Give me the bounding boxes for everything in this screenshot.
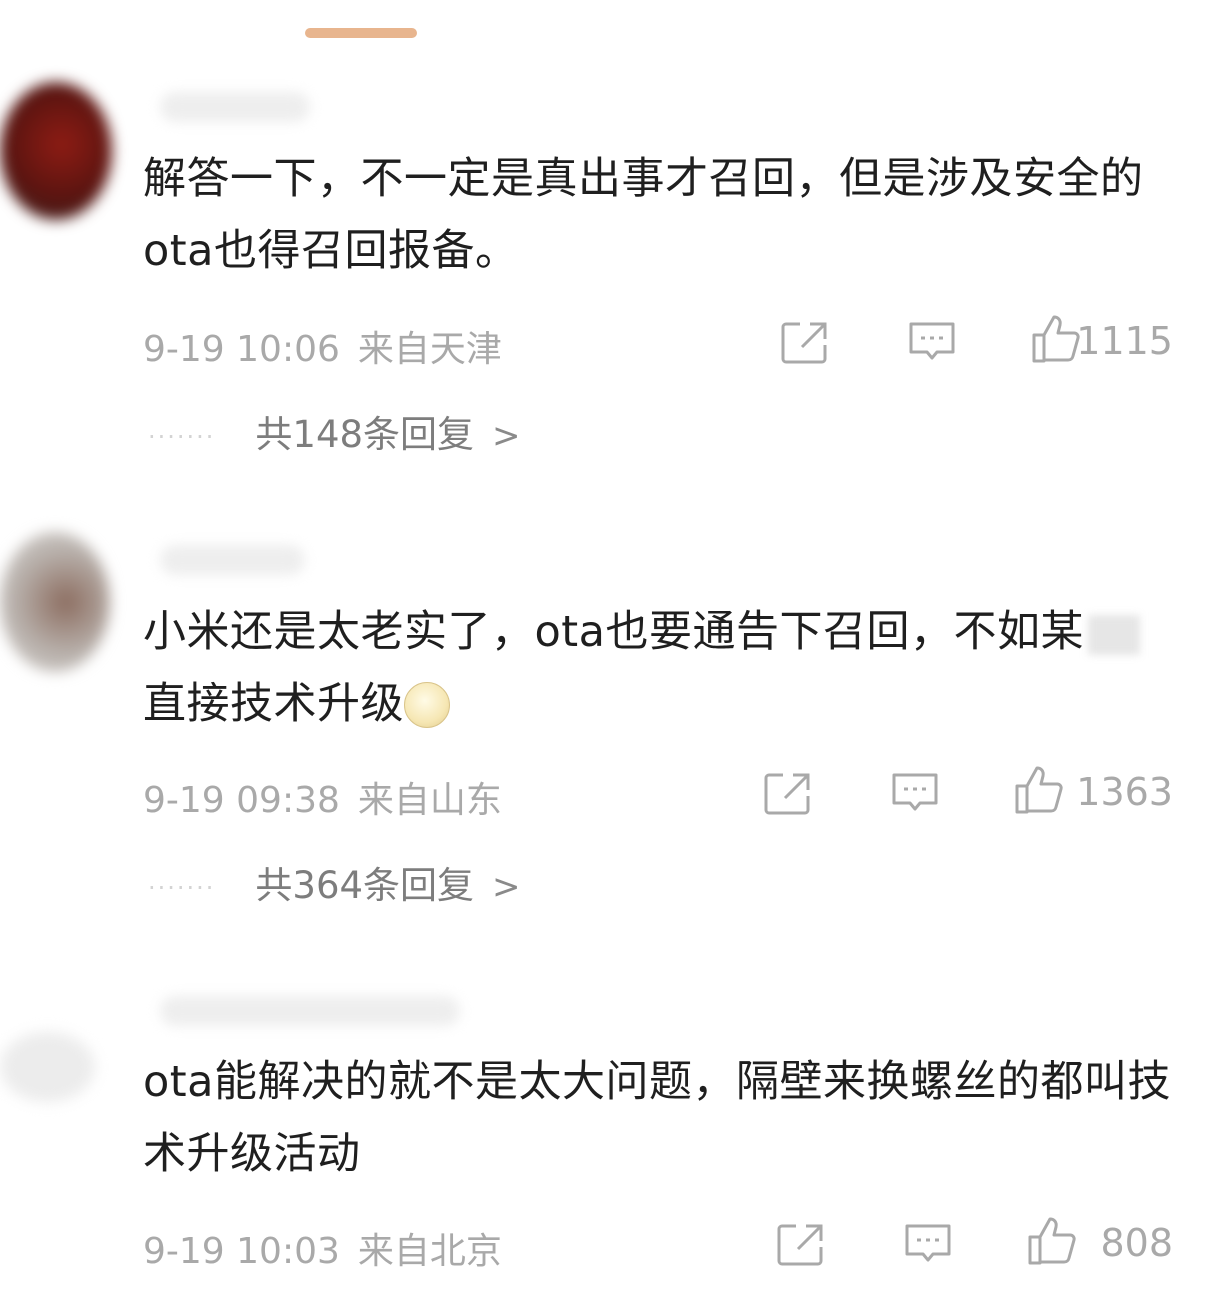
view-replies-link[interactable]: ······· 共364条回复 > <box>148 855 521 909</box>
comment-text-part: 小米还是太老实了，ota也要通告下召回，不如某 <box>143 607 1085 657</box>
like-icon[interactable] <box>1013 764 1067 816</box>
chevron-right-icon: > <box>492 416 521 456</box>
comment-icon[interactable] <box>903 1222 953 1266</box>
grimacing-face-emoji <box>404 681 450 728</box>
username-blurred[interactable] <box>160 996 460 1026</box>
comment-location: 来自天津 <box>357 329 502 370</box>
like-icon[interactable] <box>1026 1215 1080 1267</box>
comment-meta: 9-19 10:06 来自天津 <box>143 320 502 372</box>
comment-icon[interactable] <box>907 320 957 364</box>
replies-label[interactable]: 共148条回复 <box>255 413 474 456</box>
comment-text: 解答一下，不一定是真出事才召回，但是涉及安全的ota也得召回报备。 <box>143 154 1144 276</box>
chevron-right-icon: > <box>492 867 521 907</box>
avatar[interactable] <box>0 1032 95 1102</box>
view-replies-link[interactable]: ······· 共148条回复 > <box>148 404 521 458</box>
avatar[interactable] <box>0 82 112 220</box>
comment-text-part: 直接技术升级 <box>143 679 404 729</box>
like-count: 808 <box>1100 1221 1173 1265</box>
comment-meta: 9-19 09:38 来自山东 <box>143 771 502 823</box>
drag-handle[interactable] <box>305 28 417 38</box>
username-blurred[interactable] <box>160 545 305 575</box>
comment-icon[interactable] <box>890 771 940 815</box>
comment-date: 9-19 09:38 <box>143 780 340 821</box>
like-count: 1363 <box>1076 770 1173 814</box>
censored-text <box>1088 614 1141 655</box>
share-icon[interactable] <box>776 1222 826 1266</box>
comment-date: 9-19 10:06 <box>143 329 340 370</box>
share-icon[interactable] <box>780 320 830 364</box>
avatar[interactable] <box>0 532 110 672</box>
comment-location: 来自山东 <box>357 780 502 821</box>
comment-location: 来自北京 <box>357 1231 502 1272</box>
divider-dots: ······· <box>148 422 216 451</box>
comment-meta: 9-19 10:03 来自北京 <box>143 1222 502 1274</box>
share-icon[interactable] <box>763 771 813 815</box>
username-blurred[interactable] <box>160 92 310 122</box>
like-count: 1115 <box>1076 319 1173 363</box>
replies-label[interactable]: 共364条回复 <box>255 864 474 907</box>
comment-date: 9-19 10:03 <box>143 1231 340 1272</box>
comment-text: ota能解决的就不是太大问题，隔壁来换螺丝的都叫技术升级活动 <box>143 1057 1172 1179</box>
divider-dots: ······· <box>148 873 216 902</box>
comment-text: 小米还是太老实了，ota也要通告下召回，不如某直接技术升级 <box>143 596 1183 740</box>
